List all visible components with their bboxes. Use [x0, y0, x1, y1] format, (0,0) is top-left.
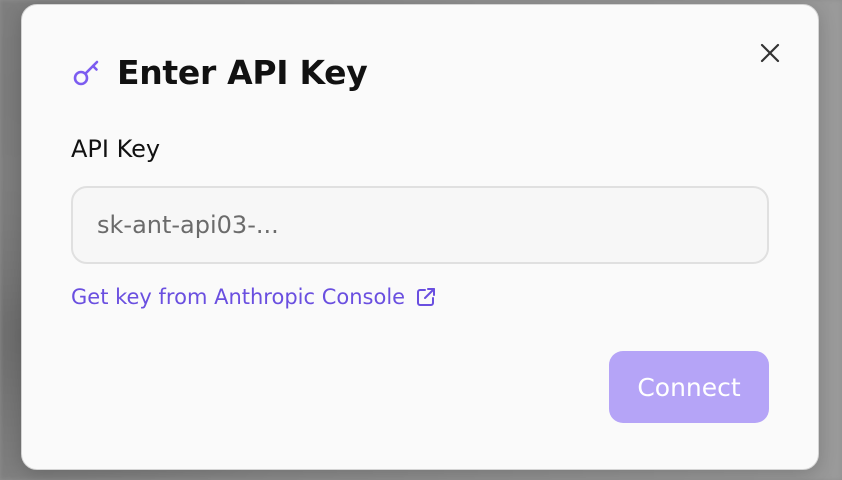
dialog-header: Enter API Key [71, 53, 368, 92]
api-key-input[interactable] [71, 186, 769, 264]
api-key-dialog: Enter API Key API Key Get key from Anthr… [21, 4, 819, 470]
anthropic-console-link[interactable]: Get key from Anthropic Console [71, 285, 437, 309]
dialog-title: Enter API Key [117, 53, 368, 92]
close-icon [760, 43, 780, 63]
api-key-label: API Key [71, 135, 161, 163]
key-icon [71, 57, 103, 89]
close-button[interactable] [758, 41, 782, 65]
external-link-icon [417, 288, 436, 306]
console-link-label: Get key from Anthropic Console [71, 285, 406, 309]
connect-button[interactable]: Connect [609, 351, 769, 423]
